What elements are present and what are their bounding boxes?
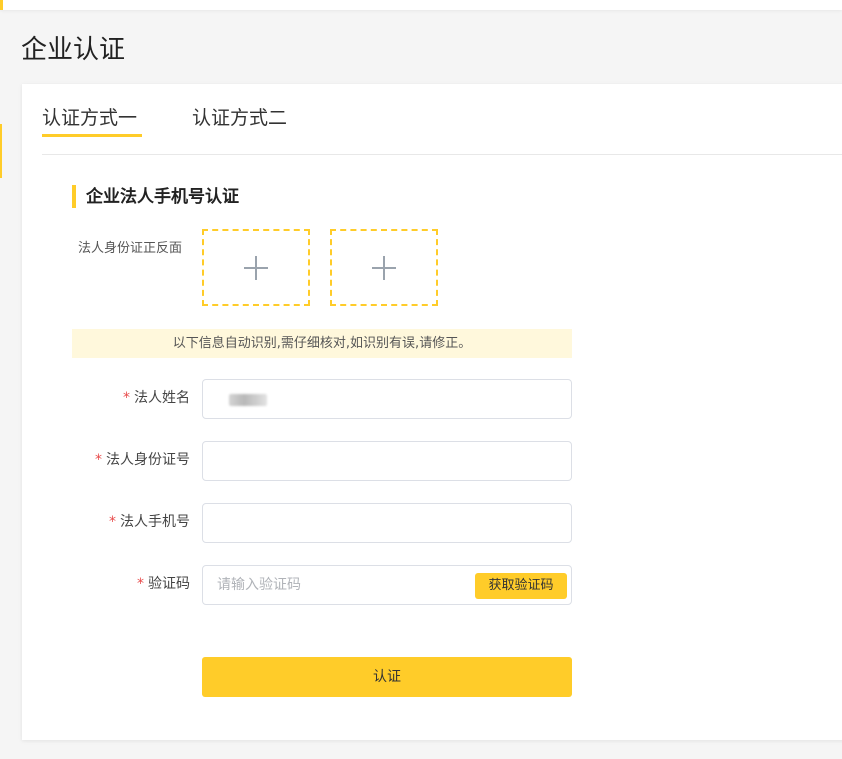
auth-card: 认证方式一 认证方式二 企业法人手机号认证 法人身份证正反面 以下信息自动识别,… [22,84,842,740]
legal-name-label: * 法人姓名 [22,388,190,408]
verification-code-label: * 验证码 [22,574,190,594]
required-mark: * [95,452,102,468]
phone-label-text: 法人手机号 [120,514,190,530]
plus-icon [244,255,268,280]
tab-method-one[interactable]: 认证方式一 [42,104,137,132]
legal-name-input[interactable] [202,379,572,419]
required-mark: * [109,514,116,530]
legal-name-label-text: 法人姓名 [134,390,190,406]
tab-method-two[interactable]: 认证方式二 [192,104,287,132]
blurred-name-value [229,394,267,406]
top-bar-accent [0,0,3,10]
required-mark: * [123,390,130,406]
plus-icon [372,255,396,280]
phone-input[interactable] [202,503,572,543]
page-title: 企业认证 [21,35,126,65]
verification-code-label-text: 验证码 [148,576,190,592]
section-title: 企业法人手机号认证 [86,187,239,207]
id-card-upload-label: 法人身份证正反面 [78,241,183,256]
submit-button[interactable]: 认证 [202,657,572,697]
section-marker [72,185,76,208]
verification-code-input[interactable]: 请输入验证码 获取验证码 [202,565,572,605]
verification-code-placeholder: 请输入验证码 [217,577,301,593]
id-number-label: * 法人身份证号 [22,450,190,470]
id-card-front-upload[interactable] [202,229,310,306]
id-card-back-upload[interactable] [330,229,438,306]
required-mark: * [137,576,144,592]
tabs-divider [42,154,842,155]
top-bar [0,0,842,10]
id-number-input[interactable] [202,441,572,481]
active-tab-indicator [42,134,142,137]
side-accent [0,124,2,178]
phone-label: * 法人手机号 [22,512,190,532]
id-number-label-text: 法人身份证号 [106,452,190,468]
get-code-button[interactable]: 获取验证码 [475,573,567,599]
ocr-notice: 以下信息自动识别,需仔细核对,如识别有误,请修正。 [72,329,572,358]
